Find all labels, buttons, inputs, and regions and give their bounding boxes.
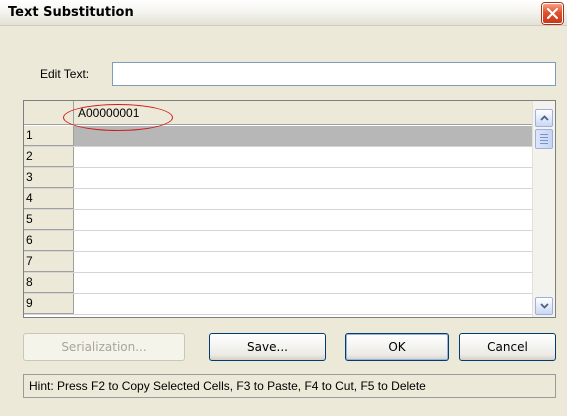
thumb-grip-line [540, 134, 548, 135]
grid-corner-cell[interactable] [24, 101, 74, 124]
data-cell[interactable] [74, 126, 532, 146]
row-header-cell[interactable]: 6 [24, 231, 74, 251]
data-cell[interactable] [74, 273, 532, 293]
edit-text-label: Edit Text: [40, 67, 90, 81]
grid-header-row: A00000001 [24, 101, 532, 125]
row-header-cell[interactable]: 8 [24, 273, 74, 293]
table-row[interactable]: 4 [24, 189, 532, 210]
scroll-thumb[interactable] [535, 129, 553, 149]
table-row[interactable]: 1 [24, 126, 532, 147]
data-cell[interactable] [74, 252, 532, 272]
table-row[interactable]: 6 [24, 231, 532, 252]
close-icon [547, 8, 558, 19]
table-row[interactable]: 5 [24, 210, 532, 231]
thumb-grip-line [540, 140, 548, 141]
data-cell[interactable] [74, 189, 532, 209]
row-header-cell[interactable]: 5 [24, 210, 74, 230]
hint-text: Hint: Press F2 to Copy Selected Cells, F… [29, 379, 426, 393]
row-header-cell[interactable]: 3 [24, 168, 74, 188]
row-header-cell[interactable]: 4 [24, 189, 74, 209]
grid-body[interactable]: A00000001 123456789 [24, 101, 532, 317]
row-header-cell[interactable]: 7 [24, 252, 74, 272]
table-row[interactable]: 7 [24, 252, 532, 273]
scroll-down-button[interactable] [535, 297, 553, 315]
cancel-button[interactable]: Cancel [459, 333, 556, 361]
row-header-cell[interactable]: 9 [24, 294, 74, 314]
data-cell[interactable] [74, 147, 532, 167]
title-bar[interactable]: Text Substitution [0, 0, 567, 26]
chevron-down-icon [539, 303, 549, 309]
table-row[interactable]: 2 [24, 147, 532, 168]
ok-button[interactable]: OK [345, 333, 449, 361]
data-cell[interactable] [74, 168, 532, 188]
window-title: Text Substitution [8, 5, 134, 20]
close-button[interactable] [542, 3, 563, 24]
scroll-up-button[interactable] [535, 109, 553, 127]
row-header-cell[interactable]: 2 [24, 147, 74, 167]
vertical-scrollbar[interactable] [532, 101, 555, 317]
data-cell[interactable] [74, 210, 532, 230]
serialization-button[interactable]: Serialization... [23, 333, 185, 361]
column-header-cell[interactable]: A00000001 [74, 101, 532, 124]
edit-text-input[interactable] [112, 62, 556, 86]
hint-bar: Hint: Press F2 to Copy Selected Cells, F… [23, 374, 556, 398]
table-row[interactable]: 9 [24, 294, 532, 315]
save-button[interactable]: Save... [209, 333, 326, 361]
substitution-grid[interactable]: A00000001 123456789 [23, 100, 556, 318]
thumb-grip-line [540, 137, 548, 138]
data-cell[interactable] [74, 231, 532, 251]
table-row[interactable]: 3 [24, 168, 532, 189]
row-header-cell[interactable]: 1 [24, 126, 74, 146]
column-header-label: A00000001 [78, 106, 140, 120]
chevron-up-icon [539, 115, 549, 121]
thumb-grip-line [540, 143, 548, 144]
data-cell[interactable] [74, 294, 532, 314]
table-row[interactable]: 8 [24, 273, 532, 294]
